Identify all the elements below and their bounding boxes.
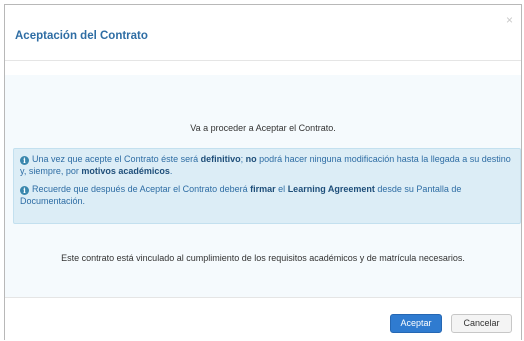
modal-body: Va a proceder a Aceptar el Contrato. i Un…	[5, 75, 521, 297]
cancel-button[interactable]: Cancelar	[451, 314, 512, 333]
alert2-text-2: el	[275, 184, 288, 194]
modal-title: Aceptación del Contrato	[15, 30, 148, 42]
modal-header: Aceptación del Contrato ×	[5, 5, 521, 61]
alert1-bold-definitivo: definitivo	[200, 154, 241, 164]
alert1-bold-motivos: motivos académicos	[81, 166, 170, 176]
close-icon[interactable]: ×	[506, 14, 513, 26]
info-alert: i Una vez que acepte el Contrato éste ser…	[13, 148, 521, 224]
alert1-text-1: Una vez que acepte el Contrato éste será	[32, 154, 201, 164]
alert1-bold-no: no	[245, 154, 257, 164]
info-circle-icon: i	[20, 186, 29, 195]
intro-text: Va a proceder a Aceptar el Contrato.	[190, 123, 336, 133]
alert2-bold-learning-agreement: Learning Agreement	[287, 184, 375, 194]
alert2-text-1: Recuerde que después de Aceptar el Contr…	[32, 184, 251, 194]
alert-line-learning-agreement: i Recuerde que después de Aceptar el Cont…	[20, 183, 514, 207]
info-circle-icon: i	[20, 156, 29, 165]
alert-line-contract-definitive: i Una vez que acepte el Contrato éste ser…	[20, 153, 514, 177]
contract-acceptance-modal: Aceptación del Contrato × Va a proceder …	[4, 4, 522, 341]
alert2-bold-firmar: firmar	[250, 184, 276, 194]
requirements-note: Este contrato está vinculado al cumplimi…	[61, 253, 465, 263]
accept-button[interactable]: Aceptar	[390, 314, 442, 333]
modal-footer: Aceptar Cancelar	[5, 297, 521, 341]
alert1-text-4: .	[169, 166, 173, 176]
